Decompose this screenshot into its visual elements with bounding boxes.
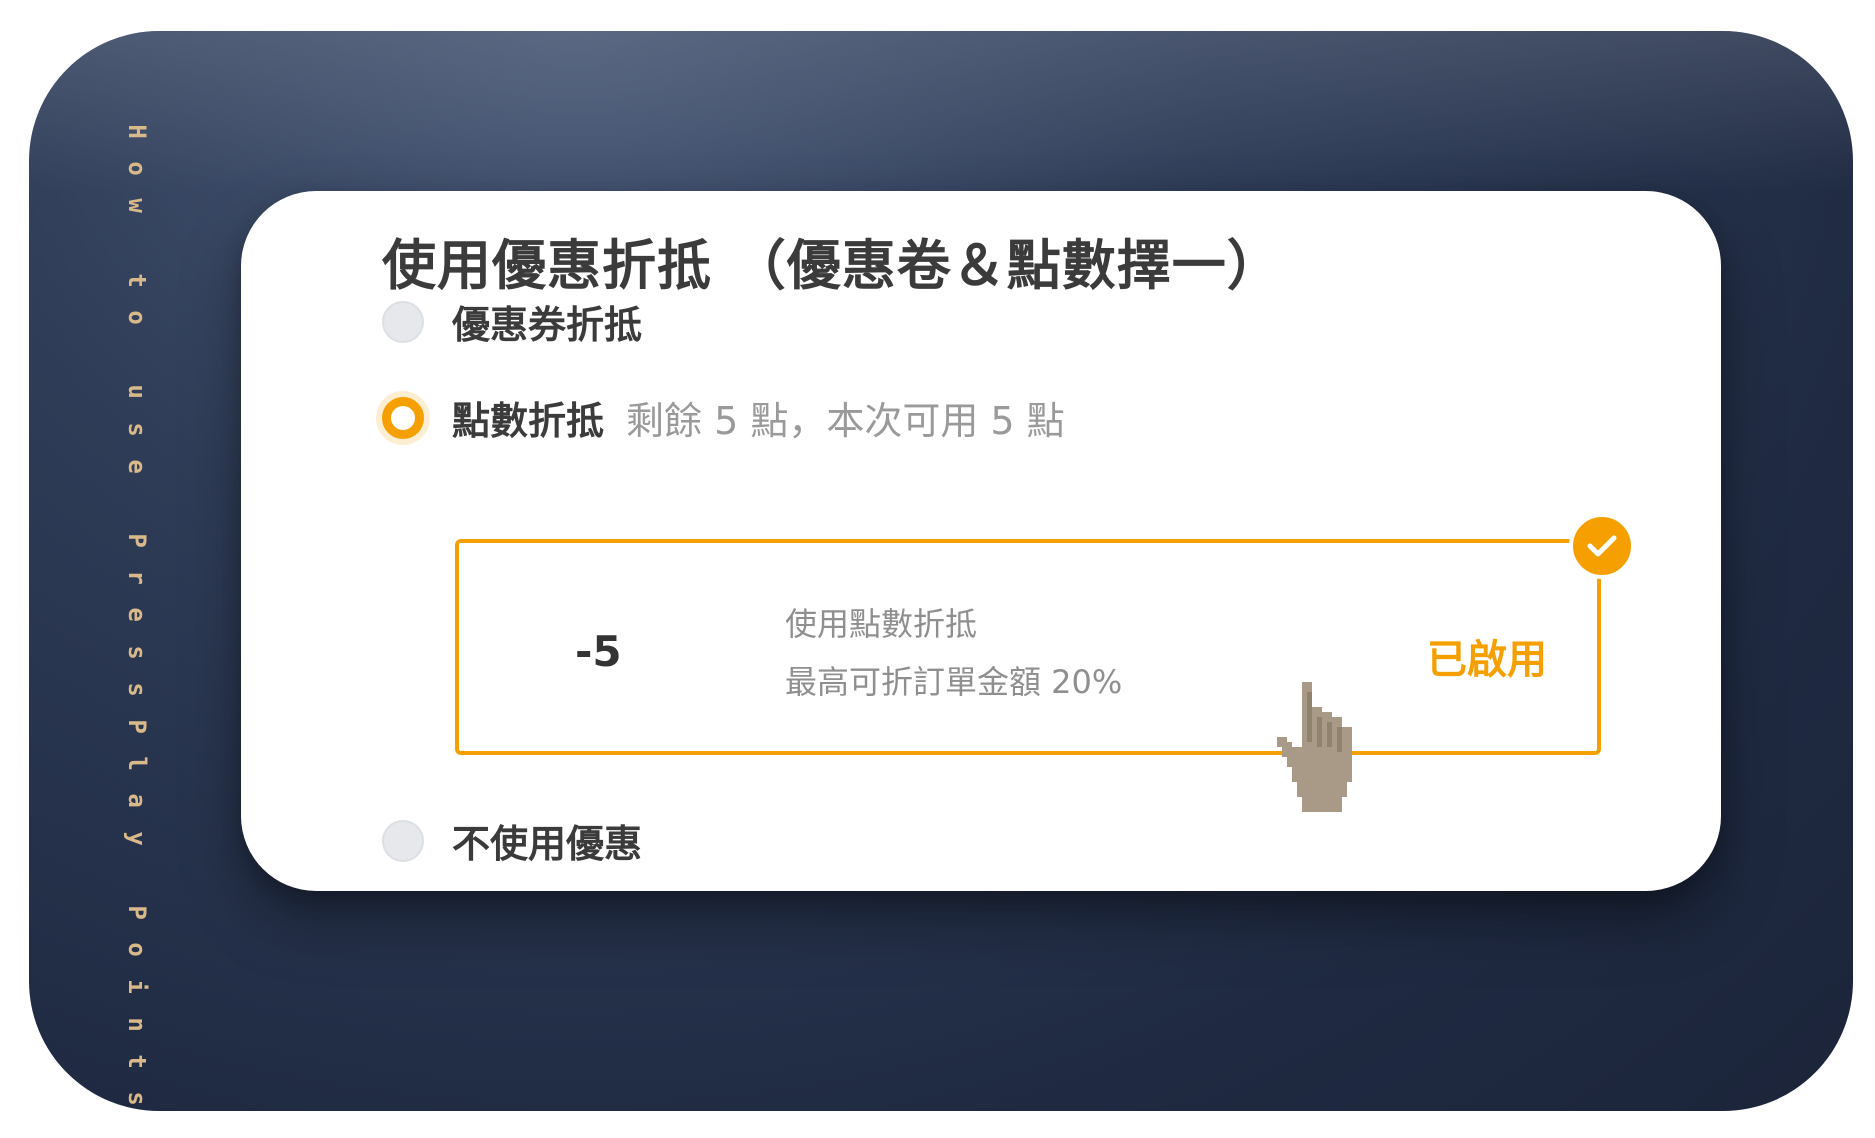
side-caption-char: t xyxy=(122,1054,151,1069)
check-icon xyxy=(1569,513,1635,579)
side-caption-char: P xyxy=(122,719,151,734)
side-caption-char: w xyxy=(122,198,151,214)
radio-none[interactable] xyxy=(382,819,424,862)
side-caption-char: l xyxy=(122,756,151,772)
option-none-label: 不使用優惠 xyxy=(452,822,643,866)
side-caption-char xyxy=(117,347,154,361)
side-caption-char: e xyxy=(122,607,151,623)
points-desc-line2: 最高可折訂單金額 20% xyxy=(785,663,1123,701)
option-coupon-label: 優惠券折抵 xyxy=(452,303,643,347)
side-caption-char: s xyxy=(122,682,151,697)
side-caption-char: P xyxy=(122,905,151,920)
pointer-hand-icon xyxy=(1277,682,1352,812)
side-caption-char: e xyxy=(122,459,151,474)
card-title: 使用優惠折抵 （優惠卷＆點數擇一） xyxy=(382,234,1282,297)
side-caption-char: o xyxy=(122,161,151,177)
option-none[interactable]: 不使用優惠 xyxy=(382,813,642,868)
side-caption-char: P xyxy=(122,533,151,548)
side-caption-char xyxy=(117,868,154,882)
side-caption-char: o xyxy=(122,310,151,325)
side-caption-char: t xyxy=(122,273,151,288)
side-caption-char xyxy=(117,496,154,510)
side-caption-char: s xyxy=(122,421,151,437)
side-caption-char: o xyxy=(122,942,151,957)
side-caption-char xyxy=(117,236,154,250)
side-caption-char: s xyxy=(122,1091,151,1106)
radio-coupon[interactable] xyxy=(382,300,424,343)
points-value: -5 xyxy=(575,627,622,676)
side-caption: Ho w t o u s e Pr e s s Pl a y Po i n t s xyxy=(121,113,151,1111)
side-caption-char: r xyxy=(122,570,151,586)
option-points-label: 點數折抵 xyxy=(452,399,605,443)
radio-points[interactable] xyxy=(382,396,424,439)
side-caption-char: y xyxy=(122,830,151,846)
option-points[interactable]: 點數折抵 剩餘 5 點，本次可用 5 點 xyxy=(382,390,1065,445)
side-caption-char: a xyxy=(122,793,151,809)
points-remaining-text: 剩餘 5 點，本次可用 5 點 xyxy=(626,399,1065,443)
side-caption-char: u xyxy=(122,384,151,400)
side-caption-char: H xyxy=(122,124,151,139)
points-desc-line1: 使用點數折抵 xyxy=(785,605,978,643)
points-discount-box[interactable]: -5 使用點數折抵 最高可折訂單金額 20% 已啟用 xyxy=(455,513,1635,755)
side-caption-char: i xyxy=(122,979,151,995)
points-status-label: 已啟用 xyxy=(1427,637,1547,683)
discount-card: 使用優惠折抵 （優惠卷＆點數擇一） 優惠券折抵 點數折抵 剩餘 5 點，本次可用… xyxy=(241,191,1721,891)
option-coupon[interactable]: 優惠券折抵 xyxy=(382,294,642,349)
side-caption-char: n xyxy=(122,1016,151,1032)
points-description: 使用點數折抵 最高可折訂單金額 20% xyxy=(785,595,1122,711)
side-caption-char: s xyxy=(122,644,151,660)
